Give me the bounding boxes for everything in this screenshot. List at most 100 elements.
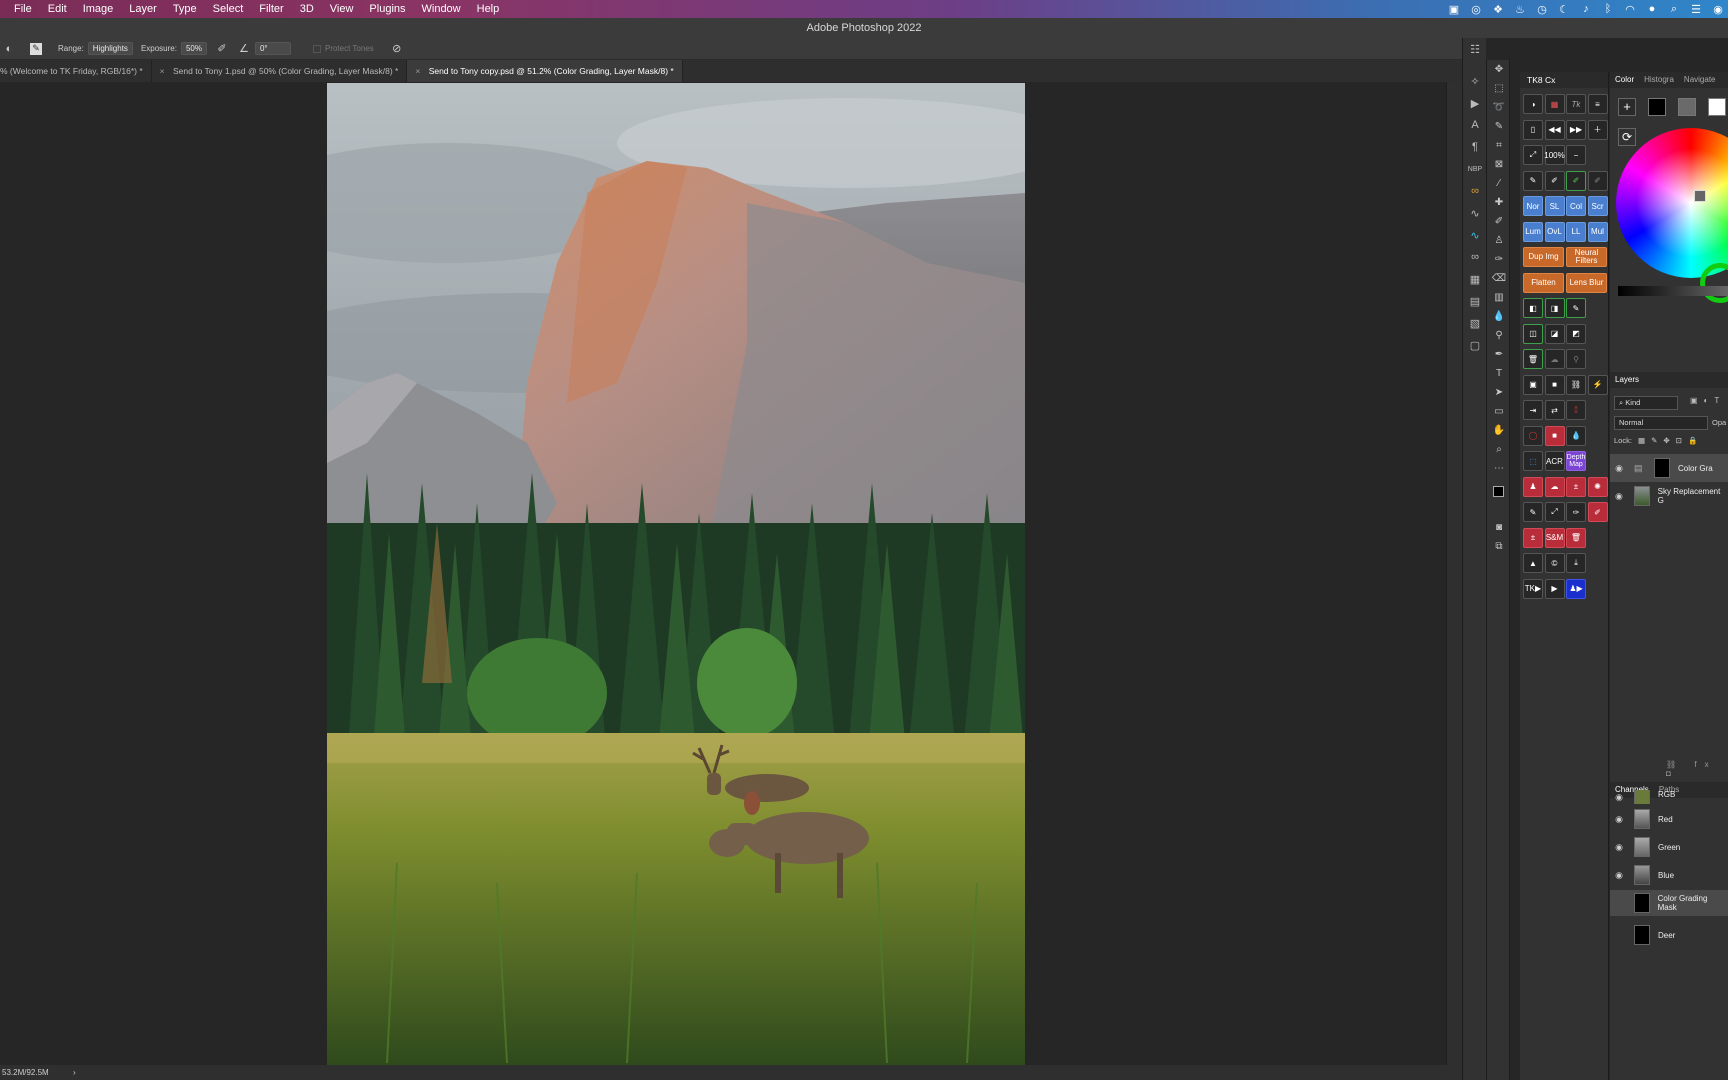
tk8-plus-minus-button[interactable]: ± [1566, 476, 1586, 497]
tk8-color-button[interactable]: ▦ [1544, 94, 1565, 114]
tk8-screen-button[interactable]: Scr [1587, 196, 1608, 216]
more-tools-icon[interactable]: ⋯ [1487, 459, 1511, 478]
color-plugin-icon[interactable]: ∞ [1463, 180, 1487, 202]
table-icon[interactable]: ▦ [1463, 268, 1487, 290]
user-icon[interactable]: ● [1646, 3, 1658, 15]
tk8-doc-button[interactable]: ▣ [1523, 374, 1543, 395]
tk8-mask-edit-button[interactable]: ✎ [1566, 298, 1586, 318]
curves-icon[interactable]: ∿ [1463, 202, 1487, 224]
tk8-zoom-100-button[interactable]: 100% [1544, 145, 1565, 165]
tk8-bug-button[interactable]: ✺ [1587, 476, 1608, 497]
eye-icon[interactable]: ◉ [1610, 491, 1628, 502]
actions-play-icon[interactable]: ▶ [1463, 92, 1487, 114]
brush-settings-icon[interactable]: ✧ [1463, 70, 1487, 92]
tab-color[interactable]: Color [1610, 72, 1639, 88]
airbrush-icon[interactable]: ✐ [215, 42, 229, 56]
layer-row[interactable]: ◉ ▤ Color Gra [1610, 454, 1728, 482]
menu-layer[interactable]: Layer [121, 0, 165, 18]
dodge-tool-icon[interactable]: ⚲ [1487, 326, 1511, 345]
dropbox-icon[interactable]: ❖ [1492, 3, 1504, 16]
tab-histogram[interactable]: Histogra [1639, 72, 1679, 88]
channel-row-deer[interactable]: ◉ Deer [1610, 922, 1728, 948]
frame-tool-icon[interactable]: ⊠ [1487, 155, 1511, 174]
dodge-tool-icon[interactable]: ◐ [2, 42, 16, 56]
tk8-dup-img-button[interactable]: Dup Img [1523, 247, 1564, 267]
tk8-edit-red-button[interactable]: ✐ [1587, 502, 1608, 522]
eye-icon[interactable]: ◉ [1610, 898, 1628, 909]
menu-plugins[interactable]: Plugins [361, 0, 413, 18]
tab-navigator[interactable]: Navigate [1679, 72, 1721, 88]
tk8-forward-button[interactable]: ▶▶ [1566, 119, 1586, 140]
chevron-right-icon[interactable]: › [73, 1068, 76, 1077]
tk8-new-doc-button[interactable]: ▯ [1523, 119, 1543, 140]
control-center-icon[interactable]: ☰ [1690, 3, 1702, 16]
brush-preset-icon[interactable]: ✎ [30, 42, 42, 55]
menu-image[interactable]: Image [75, 0, 122, 18]
tk8-play-button[interactable]: ▶ [1544, 578, 1565, 599]
flame-icon[interactable]: ♨ [1514, 3, 1526, 16]
type-tool-icon[interactable]: T [1487, 364, 1511, 383]
menu-edit[interactable]: Edit [40, 0, 75, 18]
tk8-pin-button[interactable]: ⁑ [1566, 400, 1586, 420]
channel-row-blue[interactable]: ◉ Blue [1610, 862, 1728, 888]
tk8-download-button[interactable]: ⤓ [1566, 553, 1586, 573]
tk8-brush-green-button[interactable]: ✐ [1566, 170, 1586, 191]
tk8-rewind-button[interactable]: ◀◀ [1544, 119, 1565, 140]
tk8-swap-button[interactable]: ⇄ [1544, 400, 1565, 420]
history-brush-icon[interactable]: ✑ [1487, 250, 1511, 269]
eye-icon[interactable]: ◉ [1610, 463, 1628, 474]
properties-icon[interactable]: ☷ [1463, 38, 1487, 60]
menu-view[interactable]: View [322, 0, 362, 18]
menu-filter[interactable]: Filter [251, 0, 291, 18]
range-dropdown[interactable]: Highlights [87, 42, 133, 55]
bluetooth-icon[interactable]: ᛒ [1602, 3, 1614, 15]
tk8-luminosity-button[interactable]: Lum [1523, 221, 1543, 242]
move-tool-icon[interactable]: ✥ [1487, 60, 1511, 79]
tk8-soft-light-button[interactable]: SL [1544, 196, 1565, 216]
tab-send-to-tony-copy[interactable]: × Send to Tony copy.psd @ 51.2% (Color G… [407, 60, 683, 82]
tk8-linear-light-button[interactable]: LL [1566, 221, 1586, 242]
layer-filter[interactable]: ⌕ Kind [1614, 396, 1678, 410]
trash-icon[interactable]: 🗑 [1523, 349, 1543, 369]
quick-select-tool-icon[interactable]: ✎ [1487, 117, 1511, 136]
tk8-color-wheel-button[interactable]: ◑ [1523, 94, 1543, 114]
tk8-dropper-button[interactable]: ✎ [1523, 502, 1543, 522]
tk8-lens-blur-button[interactable]: Lens Blur [1566, 272, 1607, 293]
eye-icon[interactable]: ◉ [1610, 842, 1628, 853]
tk8-link-button[interactable]: ⛓ [1566, 374, 1586, 395]
channel-row-color-grading-mask[interactable]: ◉ Color Grading Mask [1610, 890, 1728, 916]
tk8-mask-black-button[interactable]: ■ [1544, 374, 1565, 395]
stamp-tool-icon[interactable]: ♙ [1487, 231, 1511, 250]
tk8-plus-select-button[interactable]: ± [1523, 527, 1543, 548]
tk8-mask-copy-button[interactable]: ◫ [1523, 323, 1543, 344]
time-machine-icon[interactable]: ◷ [1536, 3, 1548, 16]
tk8-circle-red-button[interactable]: ◯ [1523, 425, 1543, 446]
eye-icon[interactable]: ◉ [1610, 870, 1628, 881]
eraser-tool-icon[interactable]: ⌫ [1487, 269, 1511, 288]
healing-tool-icon[interactable]: ✚ [1487, 193, 1511, 212]
tk8-brush-black-button[interactable]: ✎ [1523, 170, 1543, 191]
paragraph-icon[interactable]: ¶ [1463, 136, 1487, 158]
grid-icon[interactable]: ▤ [1463, 290, 1487, 312]
tk8-layer-mask-button[interactable]: ◧ [1523, 298, 1543, 318]
marquee-tool-icon[interactable]: ⬚ [1487, 79, 1511, 98]
menu-3d[interactable]: 3D [292, 0, 322, 18]
brush-tool-icon[interactable]: ✐ [1487, 212, 1511, 231]
tk8-square-red-button[interactable]: ■ [1544, 425, 1565, 446]
tk8-search-button[interactable]: ⚲ [1566, 349, 1586, 369]
white-swatch[interactable] [1708, 98, 1726, 116]
tk8-fit-button[interactable]: ⤢ [1523, 145, 1543, 165]
shapes-icon[interactable]: ▢ [1463, 334, 1487, 356]
tk8-weather-button[interactable]: ☁ [1544, 476, 1565, 497]
hand-tool-icon[interactable]: ✋ [1487, 421, 1511, 440]
menu-window[interactable]: Window [414, 0, 469, 18]
tk8-minus-button[interactable]: − [1566, 145, 1586, 165]
screen-mode-icon[interactable]: ⧉ [1487, 537, 1511, 556]
infinity-icon[interactable]: ∞ [1463, 246, 1487, 268]
tk8-depth-map-button[interactable]: Depth Map [1566, 451, 1586, 471]
rectangle-tool-icon[interactable]: ▭ [1487, 402, 1511, 421]
pressure-size-icon[interactable]: ⊘ [390, 42, 404, 56]
protect-tones-checkbox[interactable] [312, 44, 321, 53]
channel-row-rgb[interactable]: ◉ RGB [1610, 790, 1728, 804]
gradient-icon[interactable]: ▧ [1463, 312, 1487, 334]
